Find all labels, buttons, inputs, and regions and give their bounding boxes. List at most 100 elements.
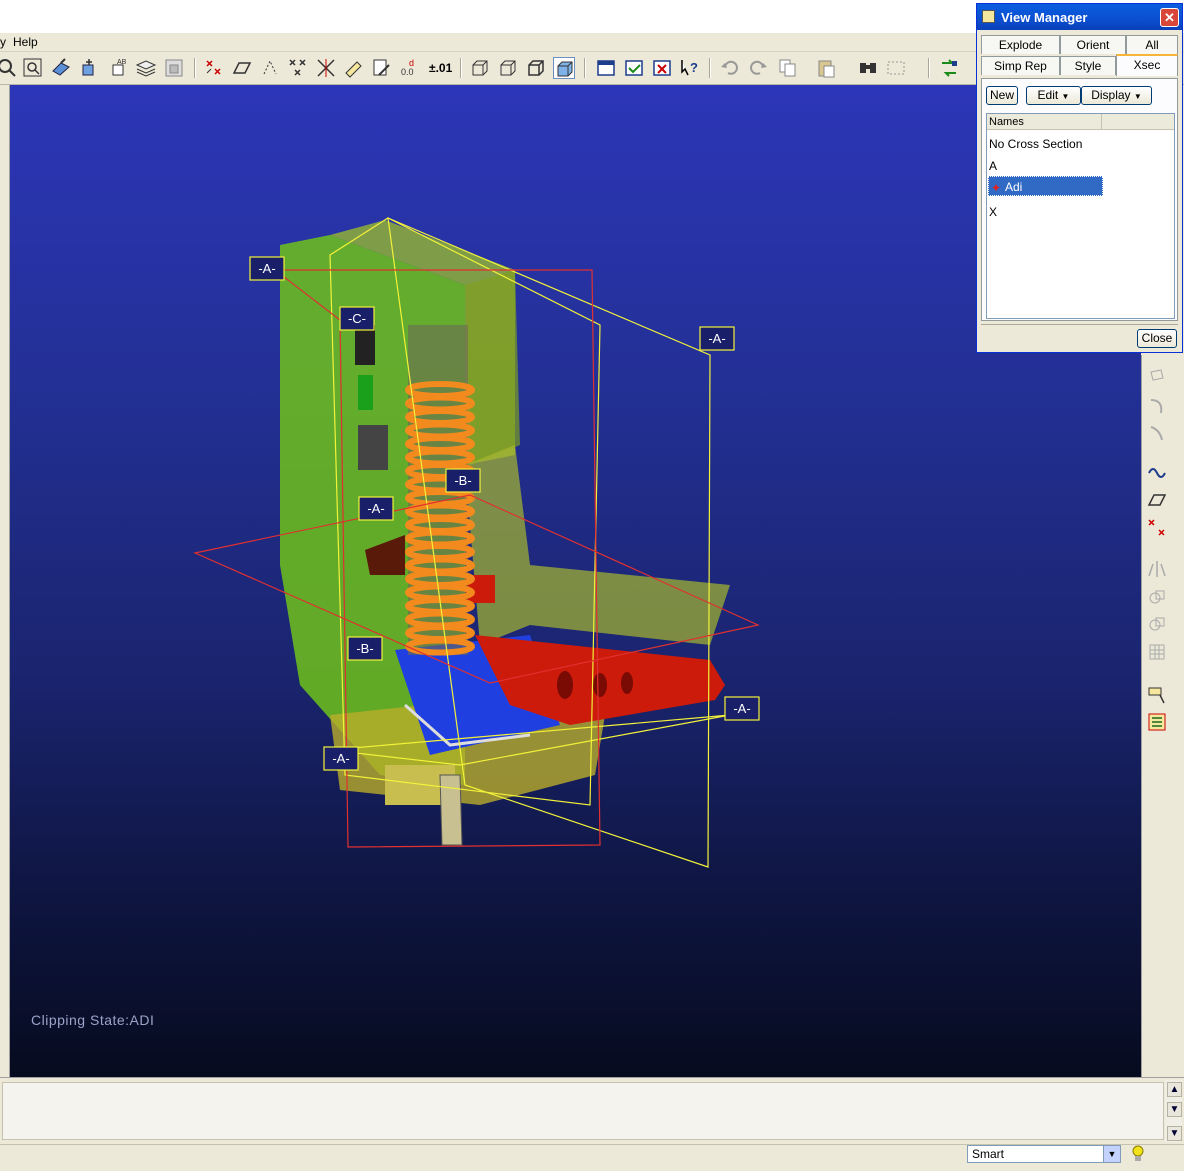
tolerance-value-icon[interactable]: 0.0 d (399, 57, 421, 79)
datum-tag-c: -C- (348, 311, 366, 326)
dimensions-icon[interactable] (371, 57, 393, 79)
pattern-icon[interactable] (1146, 641, 1168, 663)
view-names-icon[interactable]: AB (107, 57, 129, 79)
shading-icon[interactable] (553, 57, 575, 79)
paste-icon[interactable] (815, 57, 837, 79)
spring (405, 381, 475, 656)
display-button[interactable]: Display ▼ (1081, 86, 1152, 105)
spin-center-icon[interactable] (78, 57, 100, 79)
graphics-window[interactable]: -A- -A- -C- -B- -A- -B- -A- -A- Clipping State:… (10, 85, 1141, 1077)
context-help-icon[interactable]: ? (679, 57, 701, 79)
toolbar-separator (584, 58, 586, 78)
layers-icon[interactable] (135, 57, 157, 79)
model-tree-icon[interactable] (163, 57, 185, 79)
assemble-icon[interactable] (1146, 683, 1168, 705)
active-pin-icon: ✦ (991, 181, 1002, 195)
tab-style[interactable]: Style (1060, 56, 1116, 75)
datum-tag-a: -A- (708, 331, 725, 346)
mirror-icon[interactable] (1146, 558, 1168, 580)
datum-curve-icon[interactable] (1146, 367, 1168, 389)
tab-simp-rep[interactable]: Simp Rep (981, 56, 1060, 75)
component-list-icon[interactable] (1146, 711, 1168, 733)
display-button-label: Display (1091, 88, 1131, 102)
edit-button[interactable]: Edit ▼ (1026, 86, 1081, 105)
tab-xsec[interactable]: Xsec (1116, 54, 1178, 76)
datum-plane-icon[interactable] (1146, 489, 1168, 511)
relay (358, 425, 388, 470)
wireframe-icon[interactable] (469, 57, 491, 79)
tolerance-display-button[interactable]: ±.01 (427, 57, 455, 79)
hidden-line-icon[interactable] (497, 57, 519, 79)
cam-hole (593, 673, 607, 697)
scroll-mid-icon[interactable]: ▼ (1167, 1102, 1182, 1117)
chevron-down-icon[interactable]: ▼ (1103, 1146, 1120, 1162)
redo-icon[interactable] (747, 57, 769, 79)
names-column-header: Names (989, 116, 1024, 128)
edit-button-label: Edit (1037, 88, 1059, 102)
view-manager-dialog: View Manager ✕ Explode Orient All Simp R… (976, 3, 1183, 353)
annotations-icon[interactable] (315, 57, 337, 79)
view-manager-titlebar[interactable]: View Manager ✕ (977, 4, 1182, 30)
sketch-icon[interactable] (1146, 461, 1168, 483)
select-box-icon[interactable] (885, 57, 907, 79)
coordinate-systems-icon[interactable] (287, 57, 309, 79)
window-open-icon[interactable] (595, 57, 617, 79)
regenerate-icon[interactable] (938, 57, 960, 79)
find-icon[interactable] (857, 57, 879, 79)
datum-planes-icon[interactable] (203, 57, 225, 79)
revolve-icon[interactable] (1146, 395, 1168, 417)
datum-tag-a: -A- (733, 701, 750, 716)
list-item-selected[interactable]: ✦ Adi (988, 176, 1103, 196)
cam-hole (621, 672, 633, 694)
dropdown-arrow-icon: ▼ (1133, 92, 1142, 101)
svg-text:0.0: 0.0 (401, 67, 414, 77)
toolbar-separator (928, 58, 930, 78)
menu-item-window[interactable]: y (0, 35, 6, 49)
list-item-label: Adi (1005, 180, 1023, 194)
list-item[interactable]: X (989, 202, 997, 222)
xsec-list[interactable]: Names No Cross Section A ✦ Adi X (986, 113, 1175, 319)
window-close-icon[interactable] (651, 57, 673, 79)
shaft (439, 774, 463, 846)
scroll-up-icon[interactable]: ▲ (1167, 1082, 1182, 1097)
pan-icon[interactable] (50, 57, 72, 79)
merge-icon[interactable] (1146, 586, 1168, 608)
copy-icon[interactable] (777, 57, 799, 79)
zoom-out-icon[interactable] (0, 57, 18, 79)
datum-points-icon[interactable] (259, 57, 281, 79)
selection-filter-select[interactable]: Smart ▼ (967, 1145, 1121, 1163)
list-item[interactable]: No Cross Section (989, 134, 1082, 154)
list-header[interactable]: Names (987, 114, 1174, 130)
right-feature-toolbar (1141, 355, 1184, 1077)
datum-tag-a: -A- (332, 751, 349, 766)
datum-tag-a: -A- (367, 501, 384, 516)
left-sash[interactable] (0, 85, 10, 1077)
datum-axes-icon[interactable] (231, 57, 253, 79)
notes-icon[interactable] (343, 57, 365, 79)
close-button[interactable]: Close (1137, 329, 1177, 348)
undo-icon[interactable] (719, 57, 741, 79)
message-scrollbar[interactable]: ▲ ▼ ▼ (1165, 1080, 1182, 1142)
close-icon[interactable]: ✕ (1160, 8, 1179, 27)
svg-text:?: ? (690, 60, 698, 75)
zoom-window-icon[interactable] (22, 57, 44, 79)
clipping-state-label: Clipping State:ADI (31, 1012, 155, 1028)
list-item[interactable]: A (989, 156, 997, 176)
no-hidden-icon[interactable] (525, 57, 547, 79)
tab-all[interactable]: All (1126, 35, 1178, 54)
housing-side (465, 270, 520, 465)
tab-explode[interactable]: Explode (981, 35, 1060, 54)
window-activate-icon[interactable] (623, 57, 645, 79)
menu-item-help[interactable]: Help (13, 35, 38, 49)
new-button[interactable]: New (986, 86, 1018, 105)
view-manager-title: View Manager (1001, 10, 1088, 25)
message-log (2, 1082, 1164, 1140)
lightbulb-icon[interactable] (1131, 1145, 1145, 1163)
tab-orient[interactable]: Orient (1060, 35, 1126, 54)
scroll-down-icon[interactable]: ▼ (1167, 1126, 1182, 1141)
intersect-icon[interactable] (1146, 613, 1168, 635)
sweep-icon[interactable] (1146, 422, 1168, 444)
housing-foot (465, 445, 730, 645)
svg-text:AB: AB (117, 59, 127, 66)
datum-point-icon[interactable] (1146, 517, 1168, 539)
